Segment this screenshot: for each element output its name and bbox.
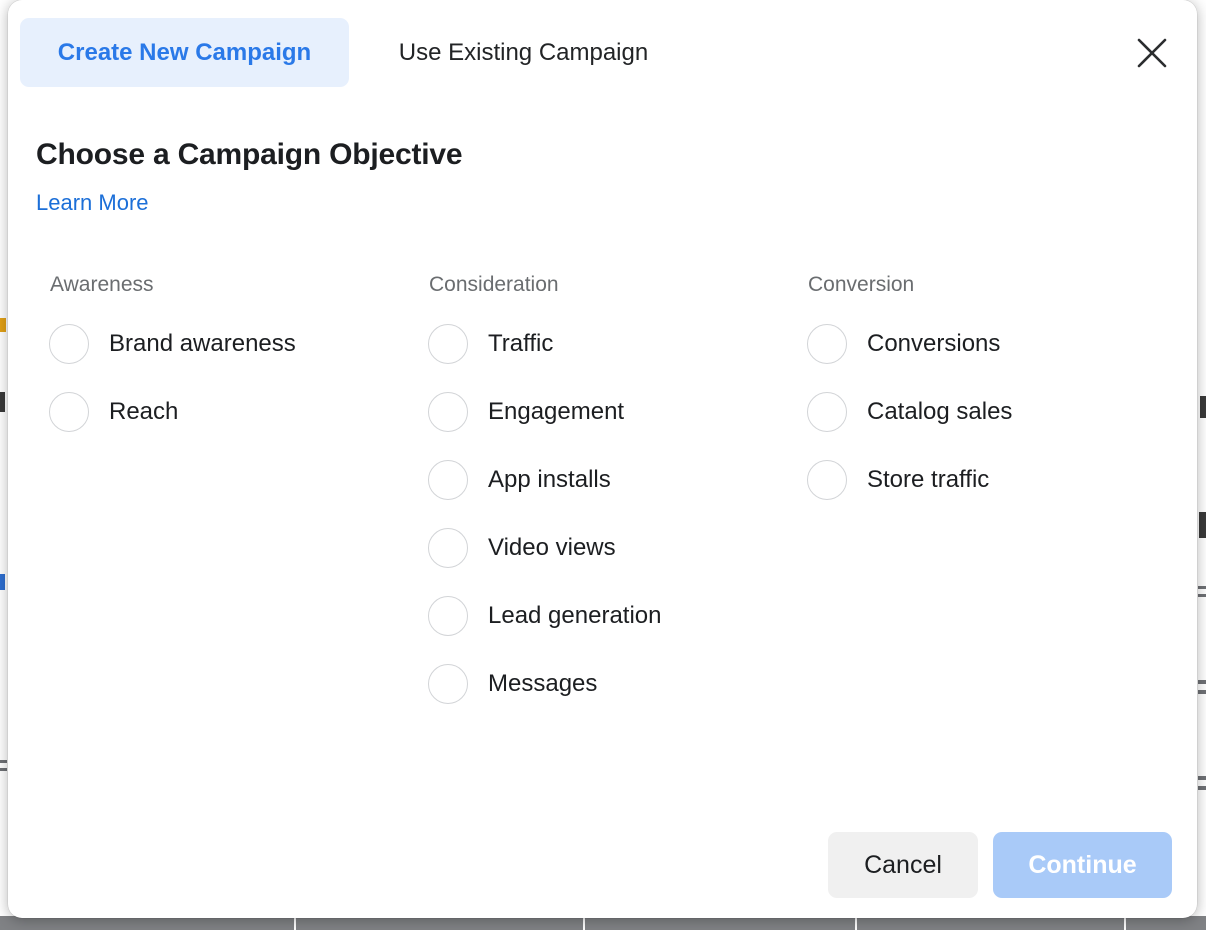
cancel-button[interactable]: Cancel xyxy=(828,832,978,898)
dialog-footer: Cancel Continue xyxy=(8,820,1197,918)
column-heading: Consideration xyxy=(429,273,559,296)
objective-column-awareness: Awareness Brand awareness Reach xyxy=(42,272,412,446)
page-title: Choose a Campaign Objective xyxy=(36,138,463,171)
objective-option-label: App installs xyxy=(488,466,611,493)
backdrop-fragment xyxy=(0,768,7,771)
backdrop-table-divider xyxy=(1124,916,1126,930)
backdrop-fragment xyxy=(1200,396,1206,418)
tab-use-existing-campaign[interactable]: Use Existing Campaign xyxy=(369,18,678,87)
radio-icon[interactable] xyxy=(807,392,847,432)
backdrop-fragment xyxy=(1198,776,1206,780)
objective-option-engagement[interactable]: Engagement xyxy=(421,378,801,446)
backdrop-fragment xyxy=(0,574,5,590)
backdrop-fragment xyxy=(1198,690,1206,694)
backdrop-table-header-bar xyxy=(0,916,1206,930)
backdrop-fragment xyxy=(1199,512,1206,538)
objective-option-label: Brand awareness xyxy=(109,330,296,357)
objective-option-label: Catalog sales xyxy=(867,398,1013,425)
radio-icon[interactable] xyxy=(428,324,468,364)
objective-option-catalog-sales[interactable]: Catalog sales xyxy=(800,378,1170,446)
backdrop-fragment xyxy=(1198,594,1206,597)
radio-icon[interactable] xyxy=(428,596,468,636)
objective-option-label: Traffic xyxy=(488,330,554,357)
objective-option-label: Conversions xyxy=(867,330,1001,357)
column-heading: Awareness xyxy=(50,273,154,296)
radio-icon[interactable] xyxy=(428,528,468,568)
close-button[interactable] xyxy=(1125,27,1179,79)
dialog-header: Create New Campaign Use Existing Campaig… xyxy=(8,0,1197,104)
backdrop-table-divider xyxy=(583,916,585,930)
objective-option-conversions[interactable]: Conversions xyxy=(800,310,1170,378)
objective-option-app-installs[interactable]: App installs xyxy=(421,446,801,514)
objective-option-brand-awareness[interactable]: Brand awareness xyxy=(42,310,412,378)
objective-columns: Awareness Brand awareness Reach Consider… xyxy=(8,272,1197,732)
radio-icon[interactable] xyxy=(428,664,468,704)
objective-column-consideration: Consideration Traffic Engagement App ins… xyxy=(421,272,801,718)
objective-option-store-traffic[interactable]: Store traffic xyxy=(800,446,1170,514)
backdrop-left-strip xyxy=(0,0,8,930)
backdrop-fragment xyxy=(1198,786,1206,790)
radio-icon[interactable] xyxy=(49,392,89,432)
radio-icon[interactable] xyxy=(49,324,89,364)
objective-option-messages[interactable]: Messages xyxy=(421,650,801,718)
close-icon xyxy=(1135,36,1169,70)
objective-option-label: Engagement xyxy=(488,398,625,425)
radio-icon[interactable] xyxy=(428,460,468,500)
backdrop-fragment xyxy=(0,318,6,332)
objective-column-conversion: Conversion Conversions Catalog sales Sto… xyxy=(800,272,1170,514)
radio-icon[interactable] xyxy=(428,392,468,432)
backdrop-fragment xyxy=(0,760,7,763)
backdrop-fragment xyxy=(1198,586,1206,589)
objective-option-lead-generation[interactable]: Lead generation xyxy=(421,582,801,650)
radio-icon[interactable] xyxy=(807,324,847,364)
objective-option-traffic[interactable]: Traffic xyxy=(421,310,801,378)
tab-create-new-campaign[interactable]: Create New Campaign xyxy=(20,18,349,87)
objective-option-label: Reach xyxy=(109,398,179,425)
objective-option-label: Store traffic xyxy=(867,466,990,493)
objective-option-label: Lead generation xyxy=(488,602,662,629)
objective-option-reach[interactable]: Reach xyxy=(42,378,412,446)
backdrop-fragment xyxy=(1198,680,1206,684)
backdrop-table-divider xyxy=(855,916,857,930)
objective-option-label: Video views xyxy=(488,534,616,561)
objective-option-label: Messages xyxy=(488,670,598,697)
radio-icon[interactable] xyxy=(807,460,847,500)
backdrop-fragment xyxy=(0,392,5,412)
objective-option-video-views[interactable]: Video views xyxy=(421,514,801,582)
continue-button[interactable]: Continue xyxy=(993,832,1172,898)
learn-more-link[interactable]: Learn More xyxy=(36,190,149,216)
campaign-objective-dialog: Create New Campaign Use Existing Campaig… xyxy=(8,0,1197,918)
column-heading: Conversion xyxy=(808,273,915,296)
backdrop-table-divider xyxy=(294,916,296,930)
